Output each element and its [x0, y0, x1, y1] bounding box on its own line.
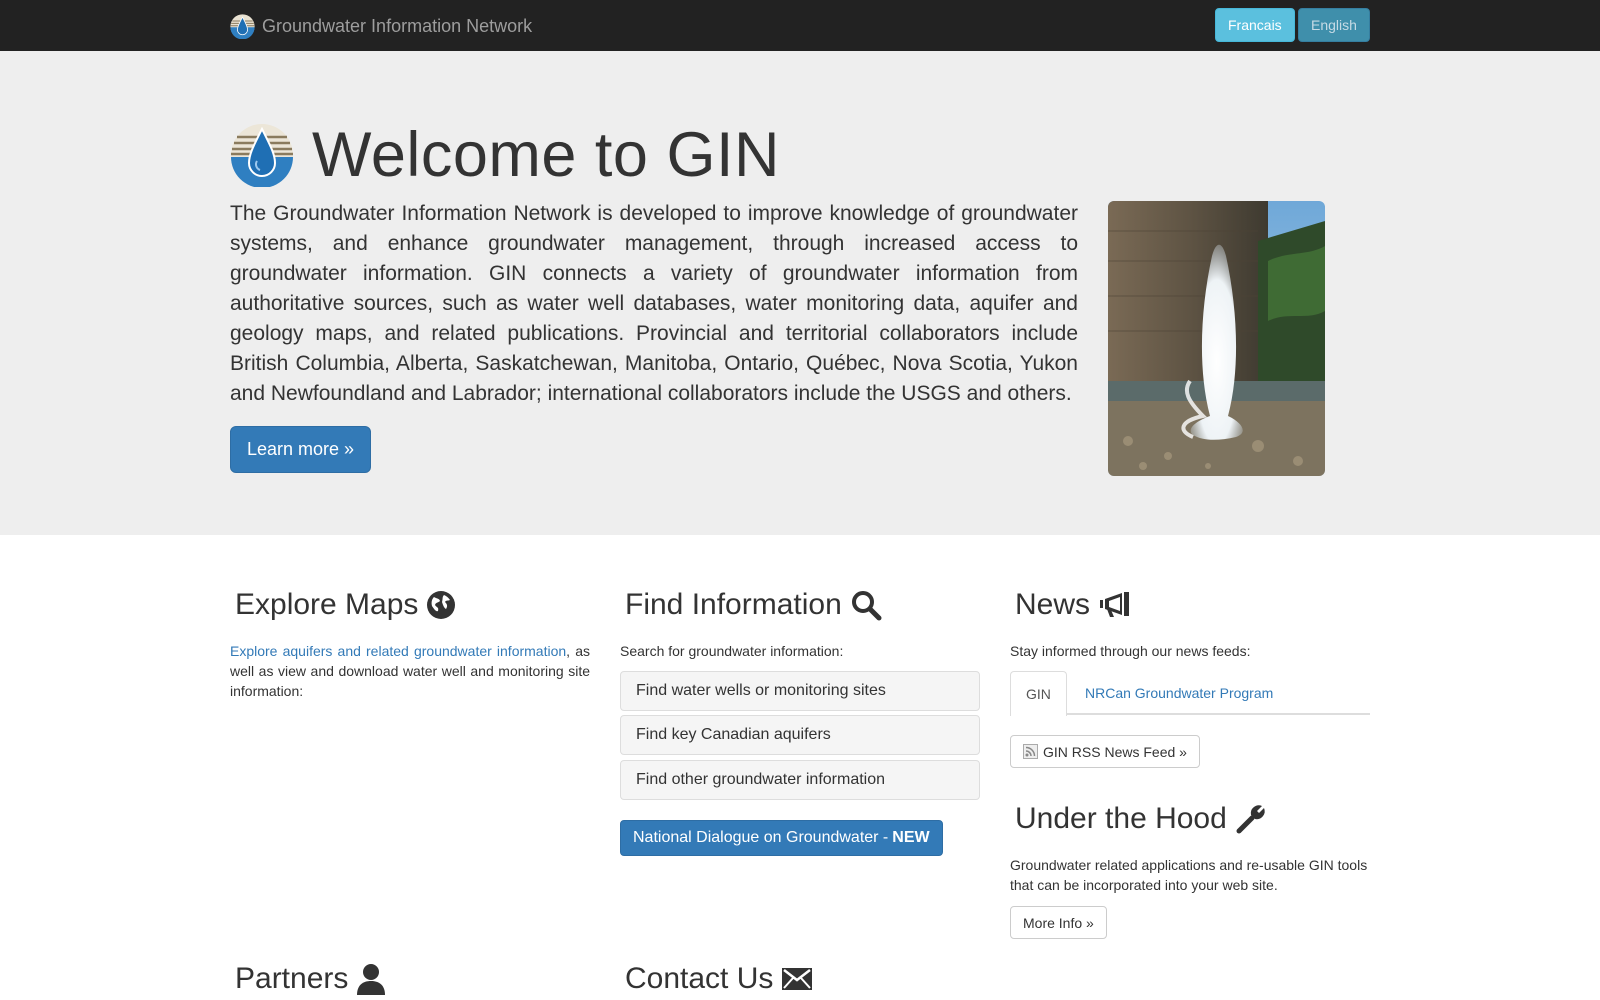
news-tabs: GIN NRCan Groundwater Program: [1010, 671, 1370, 716]
globe-icon: [426, 590, 456, 620]
under-the-hood-title: Under the Hood: [1015, 802, 1227, 835]
brand-text: Groundwater Information Network: [262, 16, 533, 36]
contact-title: Contact Us: [625, 962, 774, 995]
gin-logo-icon: [231, 124, 293, 187]
jumbotron: Welcome to GIN The Groundwater Informati…: [0, 51, 1600, 535]
hood-description: Groundwater related applications and re-…: [1010, 857, 1368, 893]
brand-link[interactable]: Groundwater Information Network: [230, 14, 532, 39]
news-title: News: [1015, 588, 1091, 621]
find-aquifers-item[interactable]: Find key Canadian aquifers: [620, 715, 980, 755]
explore-description: Explore aquifers and related groundwater…: [230, 641, 590, 701]
explore-aquifers-link[interactable]: Explore aquifers and related groundwater…: [230, 643, 566, 659]
national-dialogue-label: National Dialogue on Groundwater -: [633, 829, 889, 846]
user-icon: [356, 963, 386, 995]
explore-maps-heading: Explore Maps: [235, 588, 456, 622]
find-information-heading: Find Information: [625, 588, 882, 622]
wrench-icon: [1235, 803, 1267, 835]
contact-heading: Contact Us: [625, 962, 813, 996]
find-prompt: Search for groundwater information:: [620, 643, 844, 659]
national-dialogue-button[interactable]: National Dialogue on Groundwater - NEW: [620, 820, 943, 856]
rss-icon: [1023, 744, 1038, 759]
tab-nrcan[interactable]: NRCan Groundwater Program: [1070, 671, 1288, 715]
explore-maps-title: Explore Maps: [235, 588, 419, 621]
search-icon: [850, 589, 882, 621]
partners-heading: Partners: [235, 962, 386, 996]
envelope-icon: [781, 965, 813, 993]
find-water-wells-item[interactable]: Find water wells or monitoring sites: [620, 671, 980, 711]
under-the-hood-heading: Under the Hood: [1015, 802, 1267, 836]
page-title: Welcome to GIN: [312, 120, 780, 190]
learn-more-button[interactable]: Learn more »: [230, 426, 371, 473]
intro-paragraph: The Groundwater Information Network is d…: [230, 202, 1078, 405]
news-prompt: Stay informed through our news feeds:: [1010, 643, 1251, 659]
rss-feed-button[interactable]: GIN RSS News Feed »: [1010, 735, 1200, 768]
more-info-button[interactable]: More Info »: [1010, 906, 1107, 939]
english-button[interactable]: English: [1298, 8, 1370, 42]
francais-button[interactable]: Francais: [1215, 8, 1295, 42]
find-other-info-item[interactable]: Find other groundwater information: [620, 760, 980, 800]
navbar: Groundwater Information Network Francais…: [0, 0, 1600, 51]
welcome-heading: Welcome to GIN: [230, 119, 780, 191]
find-information-title: Find Information: [625, 588, 842, 621]
partners-title: Partners: [235, 962, 349, 995]
bullhorn-icon: [1098, 590, 1132, 620]
artesian-well-photo: [1108, 201, 1325, 476]
rss-feed-label: GIN RSS News Feed »: [1043, 743, 1187, 760]
news-heading: News: [1015, 588, 1132, 622]
gin-logo-icon: [230, 14, 255, 39]
new-badge: NEW: [892, 829, 930, 846]
tab-gin[interactable]: GIN: [1010, 671, 1067, 716]
